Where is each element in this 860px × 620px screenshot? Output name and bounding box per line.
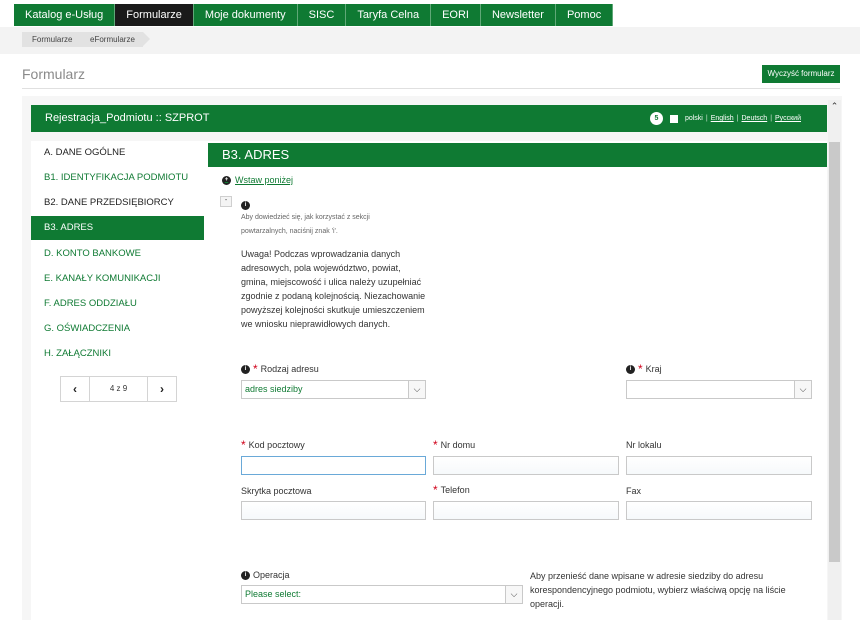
sidebar-item-adres-oddzialu[interactable]: F. ADRES ODDZIAŁU <box>31 292 204 316</box>
notification-badge[interactable]: 5 <box>649 112 663 125</box>
chevron-down-icon[interactable]: ⌵ <box>505 586 522 603</box>
apartment-number-label: Nr lokalu <box>626 440 662 450</box>
nav-item-eori[interactable]: EORI <box>431 4 481 26</box>
country-label-text: Kraj <box>645 364 662 374</box>
book-icon[interactable] <box>669 114 678 123</box>
postal-code-label: * Kod pocztowy <box>241 437 305 452</box>
scroll-up-icon[interactable]: ⌃ <box>829 100 840 112</box>
po-box-input[interactable] <box>241 501 426 520</box>
scroll-thumb[interactable] <box>829 142 840 562</box>
lang-separator: | <box>770 115 773 122</box>
form-header: Rejestracja_Podmiotu :: SZPROT 5 polski … <box>31 105 827 132</box>
operation-value: Please select: <box>245 589 302 599</box>
insert-below-link[interactable]: + Wstaw poniżej <box>222 175 293 185</box>
address-type-value: adres siedziby <box>245 384 303 394</box>
lang-separator: | <box>705 115 708 122</box>
info-icon[interactable]: i <box>241 570 250 580</box>
clear-form-button[interactable]: Wyczyść formularz <box>762 65 840 83</box>
required-marker: * <box>433 482 438 497</box>
po-box-label: Skrytka pocztowa <box>241 486 312 496</box>
divider <box>22 88 840 89</box>
language-bar: 5 polski | English | Deutsch | Русский <box>649 105 801 132</box>
operation-label-text: Operacja <box>253 570 290 580</box>
sidebar-item-zalaczniki[interactable]: H. ZAŁĄCZNIKI <box>31 342 204 366</box>
address-warning: Uwaga! Podczas wprowadzania danych adres… <box>241 249 426 330</box>
repeat-section-hint: Aby dowiedzieć się, jak korzystać z sekc… <box>241 214 370 235</box>
form-name: Rejestracja_Podmiotu :: SZPROT <box>45 112 210 124</box>
page-counter: 4 z 9 <box>89 377 148 401</box>
house-number-input[interactable] <box>433 456 619 475</box>
sidebar-item-identyfikacja-podmiotu[interactable]: B1. IDENTYFIKACJA PODMIOTU <box>31 166 204 190</box>
nav-item-katalog[interactable]: Katalog e-Usług <box>14 4 116 26</box>
section-sidebar: A. DANE OGÓLNE B1. IDENTYFIKACJA PODMIOT… <box>31 141 208 620</box>
info-icon[interactable]: i <box>241 201 250 210</box>
operation-select[interactable]: Please select: ⌵ <box>241 585 523 604</box>
sidebar-item-konto-bankowe[interactable]: D. KONTO BANKOWE <box>31 242 204 266</box>
breadcrumb: Formularze eFormularze <box>0 27 860 54</box>
nav-item-formularze[interactable]: Formularze <box>115 4 194 26</box>
lang-separator: | <box>736 115 739 122</box>
sidebar-item-oswiadczenia[interactable]: G. OŚWIADCZENIA <box>31 317 204 341</box>
nav-item-pomoc[interactable]: Pomoc <box>556 4 614 26</box>
required-marker: * <box>253 361 258 376</box>
lang-english[interactable]: English <box>711 105 734 132</box>
section-title: B3. ADRES <box>208 143 827 167</box>
page-title: Formularz <box>22 66 86 82</box>
sidebar-item-adres[interactable]: B3. ADRES <box>31 216 204 240</box>
nav-item-taryfa-celna[interactable]: Taryfa Celna <box>346 4 432 26</box>
required-marker: * <box>638 361 643 376</box>
country-label: i * Kraj <box>626 361 662 376</box>
po-box-label-text: Skrytka pocztowa <box>241 486 312 496</box>
chevron-down-icon[interactable]: ⌵ <box>794 381 811 398</box>
apartment-number-input[interactable] <box>626 456 812 475</box>
section-pager: ‹ 4 z 9 › <box>60 376 177 402</box>
lang-russian[interactable]: Русский <box>775 105 801 132</box>
collapse-toggle[interactable]: - <box>220 196 232 207</box>
address-type-label: i * Rodzaj adresu <box>241 361 319 376</box>
apartment-number-label-text: Nr lokalu <box>626 440 662 450</box>
house-number-label-text: Nr domu <box>440 440 476 450</box>
breadcrumb-item-eformularze[interactable]: eFormularze <box>80 32 150 47</box>
address-type-select[interactable]: adres siedziby ⌵ <box>241 380 426 399</box>
scrollbar[interactable]: ⌃ <box>828 100 841 620</box>
plus-circle-icon: + <box>222 175 231 185</box>
chevron-left-icon[interactable]: ‹ <box>61 377 89 401</box>
house-number-label: * Nr domu <box>433 437 476 452</box>
required-marker: * <box>433 437 438 452</box>
breadcrumb-item-formularze[interactable]: Formularze <box>22 32 88 47</box>
operation-label: i Operacja <box>241 570 290 580</box>
postal-code-label-text: Kod pocztowy <box>248 440 305 450</box>
address-type-label-text: Rodzaj adresu <box>260 364 319 374</box>
nav-item-sisc[interactable]: SISC <box>298 4 347 26</box>
phone-label-text: Telefon <box>440 485 470 495</box>
insert-below-label: Wstaw poniżej <box>235 175 294 185</box>
fax-input[interactable] <box>626 501 812 520</box>
info-icon[interactable]: i <box>626 364 635 374</box>
sidebar-item-dane-ogolne[interactable]: A. DANE OGÓLNE <box>31 141 204 165</box>
top-nav: Katalog e-Usług Formularze Moje dokument… <box>14 4 614 26</box>
operation-note: Aby przenieść dane wpisane w adresie sie… <box>530 571 786 609</box>
nav-item-moje-dokumenty[interactable]: Moje dokumenty <box>194 4 298 26</box>
info-icon[interactable]: i <box>241 364 250 374</box>
fax-label: Fax <box>626 486 641 496</box>
chevron-right-icon[interactable]: › <box>148 377 176 401</box>
country-select[interactable]: ⌵ <box>626 380 812 399</box>
lang-polski: polski <box>684 115 703 122</box>
postal-code-input[interactable] <box>241 456 426 475</box>
sidebar-item-kanaly-komunikacji[interactable]: E. KANAŁY KOMUNIKACJI <box>31 267 204 291</box>
lang-deutsch[interactable]: Deutsch <box>742 105 768 132</box>
sidebar-item-dane-przedsiebiorcy[interactable]: B2. DANE PRZEDSIĘBIORCY <box>31 191 204 215</box>
chevron-down-icon[interactable]: ⌵ <box>408 381 425 398</box>
phone-label: * Telefon <box>433 482 470 497</box>
phone-input[interactable] <box>433 501 619 520</box>
fax-label-text: Fax <box>626 486 642 496</box>
nav-item-newsletter[interactable]: Newsletter <box>481 4 556 26</box>
required-marker: * <box>241 437 246 452</box>
